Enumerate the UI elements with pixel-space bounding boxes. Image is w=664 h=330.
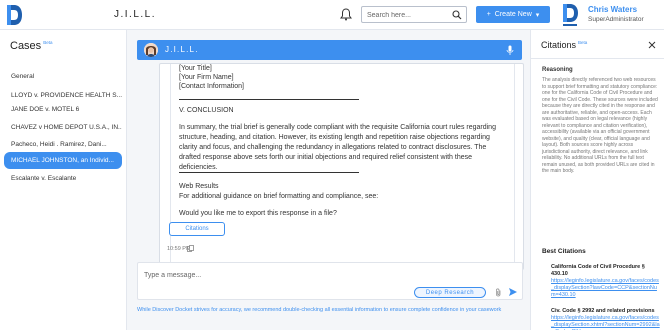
message-input[interactable] xyxy=(144,270,394,281)
case-item[interactable]: JANE DOE v. MOTEL 6 xyxy=(4,101,122,118)
sidebar-title: Cases Beta xyxy=(10,40,52,52)
avatar-icon xyxy=(144,43,158,57)
signature-line: [Contact Information] xyxy=(179,83,244,90)
top-bar: J.I.L.L. + Create New ▾ Chris Waters Sup… xyxy=(0,0,664,30)
deep-research-button[interactable]: Deep Research xyxy=(414,287,486,298)
export-question: Would you like me to export this respons… xyxy=(179,210,337,217)
panel-divider xyxy=(531,58,664,59)
case-item-active[interactable]: MICHAEL JOHNSTON, an Individ... xyxy=(4,152,122,169)
chat-title: J.I.L.L. xyxy=(165,45,199,54)
chat-panel: J.I.L.L. [Your Title] [Your Firm Name] [… xyxy=(127,30,530,330)
divider xyxy=(179,99,359,100)
search-box[interactable] xyxy=(361,6,467,23)
user-role: SuperAdministrator xyxy=(588,16,644,23)
citation-name: California Code of Civil Procedure § 430… xyxy=(551,264,645,277)
citation-link[interactable]: https://leginfo.legislature.ca.gov/faces… xyxy=(551,315,661,330)
attach-icon[interactable] xyxy=(495,288,502,297)
reasoning-text: The analysis directly referenced two web… xyxy=(542,77,658,174)
message-body: [Your Title] [Your Firm Name] [Contact I… xyxy=(170,64,515,269)
citations-title: Citations Beta xyxy=(541,40,587,50)
beta-badge: Beta xyxy=(578,40,588,45)
citations-title-text: Citations xyxy=(541,40,577,50)
message-composer: Deep Research xyxy=(137,262,523,300)
conclusion-text: In summary, the trial brief is generally… xyxy=(179,124,496,171)
chevron-down-icon: ▾ xyxy=(535,11,540,19)
copy-icon[interactable] xyxy=(187,245,194,252)
divider xyxy=(179,172,359,173)
case-item[interactable]: Escalante v. Escalante xyxy=(4,170,122,187)
user-logo-icon[interactable] xyxy=(560,2,580,28)
avatar xyxy=(144,43,158,57)
search-input[interactable] xyxy=(367,10,449,20)
mic-icon[interactable] xyxy=(506,45,514,55)
search-icon[interactable] xyxy=(452,10,462,20)
conclusion-heading: V. CONCLUSION xyxy=(179,107,234,114)
case-item[interactable]: General xyxy=(4,68,122,85)
cases-sidebar: Cases Beta General LLOYD v. PROVIDENCE HE… xyxy=(0,30,127,330)
bell-icon[interactable] xyxy=(340,8,352,21)
beta-badge: Beta xyxy=(43,40,53,46)
case-item[interactable]: Pacheco, Heidi . Ramirez, Dani... xyxy=(4,136,122,153)
close-icon[interactable] xyxy=(648,41,656,49)
disclaimer-text: While Discover Docket strives for accura… xyxy=(137,307,502,313)
web-results-heading: Web Results xyxy=(179,183,219,190)
web-results-text: For additional guidance on brief formatt… xyxy=(179,193,379,200)
assistant-message: [Your Title] [Your Firm Name] [Contact I… xyxy=(159,63,524,270)
reasoning-heading: Reasoning xyxy=(542,67,573,73)
create-new-button[interactable]: + Create New ▾ xyxy=(476,6,550,23)
citation-link[interactable]: https://leginfo.legislature.ca.gov/faces… xyxy=(551,278,661,299)
citations-panel: Citations Beta Reasoning The analysis dir… xyxy=(530,30,664,330)
citations-button[interactable]: Citations xyxy=(169,222,225,236)
citation-item: Civ. Code § 2992 and related provisions … xyxy=(551,308,661,330)
send-icon[interactable] xyxy=(508,287,518,297)
plus-icon: + xyxy=(486,11,491,18)
case-item[interactable]: CHAVEZ v HOME DEPOT U.S.A., IN... xyxy=(4,119,122,136)
create-new-label: Create New xyxy=(494,11,532,18)
logo-icon[interactable] xyxy=(4,3,24,27)
best-citations-heading: Best Citations xyxy=(542,248,586,255)
sidebar-title-text: Cases xyxy=(10,40,42,52)
citation-item: California Code of Civil Procedure § 430… xyxy=(551,264,661,299)
chat-header: J.I.L.L. xyxy=(137,40,522,60)
citation-name: Civ. Code § 2992 and related provisions xyxy=(551,308,655,314)
app-title: J.I.L.L. xyxy=(114,9,157,20)
user-name[interactable]: Chris Waters xyxy=(588,5,637,14)
